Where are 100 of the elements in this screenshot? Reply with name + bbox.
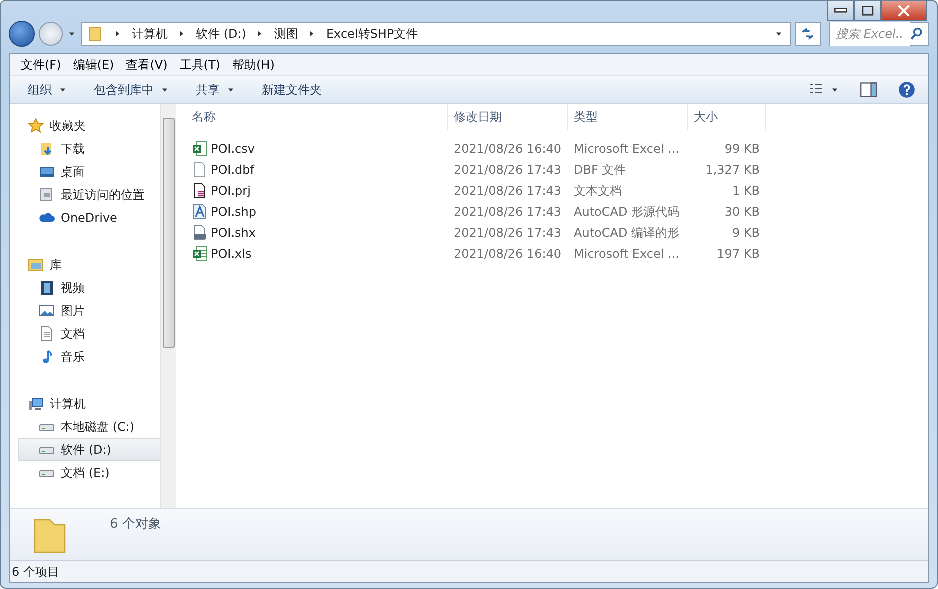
nav-item-label: 音乐 xyxy=(61,348,85,366)
close-button[interactable] xyxy=(881,1,927,21)
file-type: AutoCAD 编译的形 xyxy=(573,224,681,242)
maximize-button[interactable] xyxy=(854,1,881,21)
spreadsheet-file-icon xyxy=(192,140,208,156)
file-name[interactable]: POI.csv xyxy=(211,140,255,158)
preview-pane-icon[interactable] xyxy=(860,80,878,98)
close-icon xyxy=(898,4,910,16)
toolbar-button[interactable]: 包含到库中 xyxy=(84,78,180,100)
breadcrumb-link[interactable]: 计算机 xyxy=(132,25,168,43)
menu-item[interactable]: 文件(F) xyxy=(16,54,66,74)
nav-item[interactable]: 下载 xyxy=(18,137,160,160)
nav-item-label: 软件 (D:) xyxy=(61,442,112,458)
breadcrumb-link[interactable]: 软件 (D:) xyxy=(196,25,246,43)
maximize-icon xyxy=(862,6,874,16)
item-count: 6 个对象 xyxy=(110,516,162,534)
search-icon xyxy=(910,27,924,41)
scrollbar[interactable] xyxy=(160,104,176,508)
column-header[interactable]: 名称 xyxy=(186,104,448,130)
breadcrumb-link[interactable]: 测图 xyxy=(274,25,298,43)
menu-item[interactable]: 编辑(E) xyxy=(68,54,120,74)
library-folder-icon xyxy=(28,256,44,272)
file-date: 2021/08/26 17:43 xyxy=(453,204,563,220)
column-header[interactable]: 类型 xyxy=(568,104,688,130)
file-date: 2021/08/26 17:43 xyxy=(453,162,563,178)
nav-group-label[interactable]: 计算机 xyxy=(50,394,86,412)
file-size: 9 KB xyxy=(731,224,761,242)
computer-icon xyxy=(28,396,44,412)
nav-item-label: 图片 xyxy=(61,302,85,320)
toolbar-button[interactable]: 新建文件夹 xyxy=(252,78,332,100)
file-date: 2021/08/26 16:40 xyxy=(453,140,563,158)
toolbar-button[interactable]: 共享 xyxy=(186,78,246,100)
nav-item[interactable]: 桌面 xyxy=(18,160,160,183)
nav-item[interactable]: 图片 xyxy=(18,299,160,322)
file-type: Microsoft Excel ... xyxy=(573,246,680,262)
nav-item-label: 桌面 xyxy=(61,164,85,180)
file-name[interactable]: POI.shp xyxy=(211,202,257,220)
star-icon xyxy=(28,118,44,134)
film-icon xyxy=(39,280,55,296)
menu-item[interactable]: 帮助(H) xyxy=(228,54,280,74)
nav-item[interactable]: 最近访问的位置 xyxy=(18,183,160,206)
refresh-button[interactable] xyxy=(795,22,821,46)
spreadsheet-file-icon xyxy=(192,246,208,262)
nav-item[interactable]: 音乐 xyxy=(18,345,160,368)
status-text: 6 个项目 xyxy=(12,564,60,580)
nav-item-label: 视频 xyxy=(61,280,85,296)
file-size: 30 KB xyxy=(724,204,761,220)
back-button[interactable] xyxy=(9,21,35,47)
picture-icon xyxy=(39,302,55,318)
document-icon xyxy=(39,326,55,342)
nav-item-label: 本地磁盘 (C:) xyxy=(61,418,135,436)
file-date: 2021/08/26 16:40 xyxy=(453,246,563,262)
nav-item-label: 文档 (E:) xyxy=(61,464,110,482)
address-field[interactable]: 计算机 软件 (D:) 测图 Excel转SHP文件 xyxy=(81,22,791,46)
nav-item-label: 下载 xyxy=(61,140,85,158)
file-name[interactable]: POI.prj xyxy=(211,182,251,200)
nav-item[interactable]: 软件 (D:) xyxy=(18,438,160,461)
file-size: 197 KB xyxy=(716,246,761,262)
nav-group-label[interactable]: 库 xyxy=(50,256,62,274)
search-field[interactable]: 搜索 Excel... xyxy=(829,22,929,46)
folder-icon xyxy=(88,26,104,42)
shx-file-icon xyxy=(192,224,208,240)
nav-item-label: 文档 xyxy=(61,326,85,342)
nav-item[interactable]: 文档 xyxy=(18,322,160,345)
file-date: 2021/08/26 17:43 xyxy=(453,182,563,200)
file-type: AutoCAD 形源代码 xyxy=(573,204,681,220)
blank-file-icon xyxy=(192,162,208,178)
minimize-icon xyxy=(834,8,848,13)
column-header[interactable]: 大小 xyxy=(688,104,766,130)
file-date: 2021/08/26 17:43 xyxy=(453,224,563,242)
minimize-button[interactable] xyxy=(827,1,854,21)
help-icon[interactable] xyxy=(898,80,916,98)
scrollbar-thumb[interactable] xyxy=(162,118,174,348)
refresh-icon xyxy=(800,27,816,41)
chevron-icon xyxy=(114,30,122,38)
nav-group-label[interactable]: 收藏夹 xyxy=(50,116,86,134)
nav-item[interactable]: 文档 (E:) xyxy=(18,461,160,484)
file-size: 1 KB xyxy=(731,182,761,200)
menu-item[interactable]: 工具(T) xyxy=(174,54,226,74)
chevron-icon xyxy=(178,30,186,38)
nav-item[interactable]: 视频 xyxy=(18,276,160,299)
column-header[interactable]: 修改日期 xyxy=(448,104,568,130)
file-type: Microsoft Excel ... xyxy=(573,140,680,158)
forward-button[interactable] xyxy=(39,22,63,46)
file-name[interactable]: POI.shx xyxy=(211,224,256,242)
file-size: 99 KB xyxy=(724,140,761,158)
nav-item[interactable]: OneDrive xyxy=(18,206,160,229)
nav-item-label: 最近访问的位置 xyxy=(61,186,145,204)
breadcrumb-link[interactable]: Excel转SHP文件 xyxy=(326,25,418,43)
file-type: 文本文档 xyxy=(573,182,623,200)
nav-item-label: OneDrive xyxy=(61,210,118,226)
file-size: 1,327 KB xyxy=(704,162,761,178)
nav-item[interactable]: 本地磁盘 (C:) xyxy=(18,415,160,438)
toolbar-button[interactable]: 组织 xyxy=(18,78,78,100)
file-type: DBF 文件 xyxy=(573,162,628,178)
menu-item[interactable]: 查看(V) xyxy=(121,54,173,74)
file-name[interactable]: POI.dbf xyxy=(211,160,254,178)
recent-places-icon xyxy=(39,186,55,202)
text-file-icon xyxy=(192,182,208,198)
file-name[interactable]: POI.xls xyxy=(211,244,252,262)
